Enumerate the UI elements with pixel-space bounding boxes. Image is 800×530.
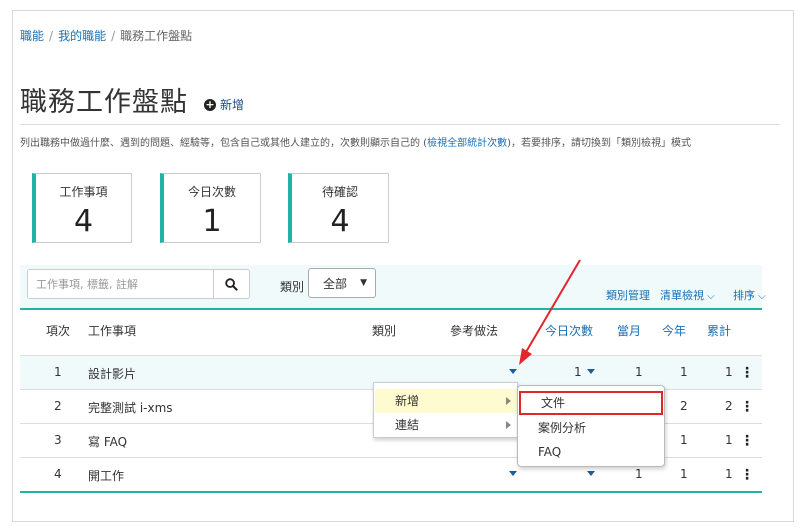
- row-year: 1: [680, 433, 688, 447]
- row-index: 2: [54, 399, 62, 413]
- table-top-border: [20, 308, 762, 310]
- menu-item-label: 新增: [395, 394, 420, 408]
- stat-card-pending: 待確認 4: [288, 173, 389, 243]
- stat-card-today: 今日次數 1: [160, 173, 261, 243]
- category-filter-label: 類別: [280, 280, 305, 294]
- breadcrumb-item-my-competency[interactable]: 我的職能: [58, 29, 106, 43]
- stat-card-items: 工作事項 4: [32, 173, 132, 243]
- header-index: 項次: [46, 324, 71, 338]
- search-button[interactable]: [213, 270, 249, 298]
- row-item[interactable]: 設計影片: [88, 365, 136, 382]
- row-index: 4: [54, 467, 62, 481]
- row-month: 1: [635, 467, 643, 481]
- row-index: 3: [54, 433, 62, 447]
- row-more-icon[interactable]: ⋮: [740, 433, 754, 449]
- chevron-right-icon: [506, 397, 511, 405]
- sort-dropdown[interactable]: 排序 ⌵: [733, 287, 766, 303]
- reference-dropdown-icon[interactable]: [509, 471, 517, 476]
- row-total: 1: [725, 365, 733, 379]
- stat-value: 4: [73, 204, 94, 239]
- category-manage-link[interactable]: 類別管理: [606, 287, 650, 303]
- page-title: 職務工作盤點: [20, 87, 188, 118]
- today-dropdown-icon[interactable]: [587, 369, 595, 374]
- row-item[interactable]: 寫 FAQ: [88, 433, 127, 450]
- today-dropdown-icon[interactable]: [587, 471, 595, 476]
- row-more-icon[interactable]: ⋮: [740, 365, 754, 381]
- row-today: 1: [574, 365, 582, 379]
- submenu-item-label: FAQ: [538, 445, 562, 459]
- category-select[interactable]: 全部 ▼: [308, 268, 376, 298]
- sort-label: 排序: [733, 289, 755, 302]
- list-view-dropdown[interactable]: 清單檢視 ⌵: [660, 287, 715, 303]
- row-total: 2: [725, 399, 733, 413]
- description-text-tail: )，若要排序，請切換到「類別檢視」模式: [507, 138, 691, 149]
- plus-circle-icon: +: [204, 97, 216, 111]
- menu-item-label: 連結: [395, 418, 420, 432]
- divider: [20, 124, 780, 125]
- reference-dropdown-icon[interactable]: [509, 369, 517, 374]
- row-more-icon[interactable]: ⋮: [740, 399, 754, 415]
- table-bottom-border: [20, 491, 762, 493]
- add-button[interactable]: + 新增: [204, 96, 244, 113]
- submenu-item-document[interactable]: 文件: [519, 391, 663, 415]
- submenu-item-label: 案例分析: [538, 421, 587, 435]
- chevron-down-icon: ⌵: [704, 291, 715, 302]
- header-reference: 參考做法: [450, 324, 499, 338]
- submenu-item-case-study[interactable]: 案例分析: [518, 416, 664, 440]
- row-year: 1: [680, 467, 688, 481]
- stat-value: 1: [202, 204, 222, 239]
- breadcrumb: 職能 / 我的職能 / 職務工作盤點: [20, 29, 193, 43]
- stat-label: 待確認: [321, 185, 358, 199]
- stat-label: 今日次數: [187, 185, 236, 199]
- add-label: 新增: [220, 98, 245, 112]
- header-month[interactable]: 當月: [617, 322, 641, 339]
- menu-item-link[interactable]: 連結: [375, 413, 517, 437]
- row-item[interactable]: 開工作: [88, 467, 124, 484]
- search-icon: [225, 277, 238, 291]
- context-menu: 新增 連結: [373, 382, 518, 438]
- chevron-down-icon: ▼: [360, 278, 367, 288]
- stat-label: 工作事項: [59, 185, 108, 199]
- header-total[interactable]: 累計: [707, 322, 731, 339]
- list-view-label: 清單檢視: [660, 289, 704, 302]
- search-input[interactable]: [28, 270, 213, 298]
- menu-item-add[interactable]: 新增: [375, 389, 517, 413]
- header-year[interactable]: 今年: [662, 322, 686, 339]
- chevron-down-icon: ⌵: [755, 291, 766, 302]
- header-category: 類別: [372, 324, 397, 338]
- submenu-item-label: 文件: [541, 396, 566, 410]
- description-text: 列出職務中做過什麼、遇到的問題、經驗等，包含自己或其他人建立的，次數則顯示自己的…: [20, 138, 428, 149]
- stat-value: 4: [330, 204, 350, 239]
- header-item: 工作事項: [88, 324, 137, 338]
- page-description: 列出職務中做過什麼、遇到的問題、經驗等，包含自己或其他人建立的，次數則顯示自己的…: [20, 136, 760, 152]
- breadcrumb-item-competency[interactable]: 職能: [20, 29, 44, 43]
- view-all-stats-link[interactable]: 檢視全部統計次數: [427, 138, 507, 149]
- chevron-right-icon: [506, 421, 511, 429]
- header-today-count[interactable]: 今日次數: [545, 322, 593, 339]
- breadcrumb-current: 職務工作盤點: [120, 29, 193, 43]
- row-more-icon[interactable]: ⋮: [740, 467, 754, 483]
- search-box: [27, 269, 250, 299]
- row-index: 1: [54, 365, 62, 379]
- category-select-value: 全部: [323, 276, 348, 291]
- row-total: 1: [725, 467, 733, 481]
- row-item[interactable]: 完整測試 i-xms: [88, 399, 173, 416]
- submenu: 文件 案例分析 FAQ: [517, 385, 665, 467]
- row-total: 1: [725, 433, 733, 447]
- category-manage-label: 類別管理: [606, 289, 650, 302]
- submenu-item-faq[interactable]: FAQ: [518, 440, 664, 464]
- row-month: 1: [635, 365, 643, 379]
- row-year: 2: [680, 399, 688, 413]
- row-year: 1: [680, 365, 688, 379]
